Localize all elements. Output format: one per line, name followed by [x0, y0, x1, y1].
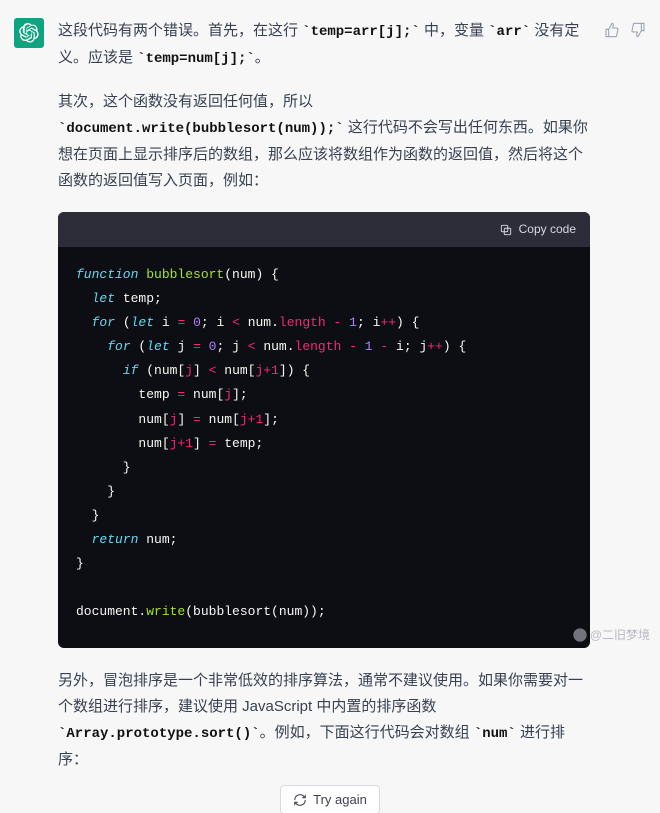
code-content: function bubblesort(num) { let temp; for… [58, 247, 590, 648]
copy-code-label: Copy code [519, 219, 576, 240]
try-again-bar: Try again [0, 785, 660, 813]
openai-logo-icon [19, 23, 39, 43]
assistant-content: 这段代码有两个错误。首先，在这行 `temp=arr[j];` 中，变量 `ar… [58, 18, 590, 791]
watermark-text: @二旧梦境 [590, 626, 650, 643]
watermark: @二旧梦境 [572, 626, 650, 643]
assistant-message: 这段代码有两个错误。首先，在这行 `temp=arr[j];` 中，变量 `ar… [0, 0, 660, 791]
try-again-label: Try again [313, 792, 367, 807]
paragraph-1: 这段代码有两个错误。首先，在这行 `temp=arr[j];` 中，变量 `ar… [58, 18, 590, 71]
weibo-icon [572, 627, 588, 643]
inline-code: `arr` [488, 24, 530, 40]
try-again-button[interactable]: Try again [280, 785, 380, 813]
paragraph-2: 其次，这个函数没有返回任何值，所以 `document.write(bubble… [58, 89, 590, 194]
thumbs-up-icon[interactable] [604, 22, 620, 38]
inline-code: `Array.prototype.sort()` [58, 726, 260, 742]
refresh-icon [293, 793, 307, 807]
copy-code-button[interactable]: Copy code [499, 219, 576, 240]
inline-code: `temp=arr[j];` [302, 24, 420, 40]
code-block-header: Copy code [58, 212, 590, 247]
paragraph-3: 另外，冒泡排序是一个非常低效的排序算法，通常不建议使用。如果你需要对一个数组进行… [58, 668, 590, 773]
inline-code: `temp=num[j];` [137, 51, 255, 67]
message-actions [604, 18, 646, 791]
assistant-avatar [14, 18, 44, 48]
copy-icon [499, 223, 513, 237]
inline-code: `num` [474, 726, 516, 742]
thumbs-down-icon[interactable] [630, 22, 646, 38]
code-block: Copy code function bubblesort(num) { let… [58, 212, 590, 648]
inline-code: `document.write(bubblesort(num));` [58, 121, 344, 137]
